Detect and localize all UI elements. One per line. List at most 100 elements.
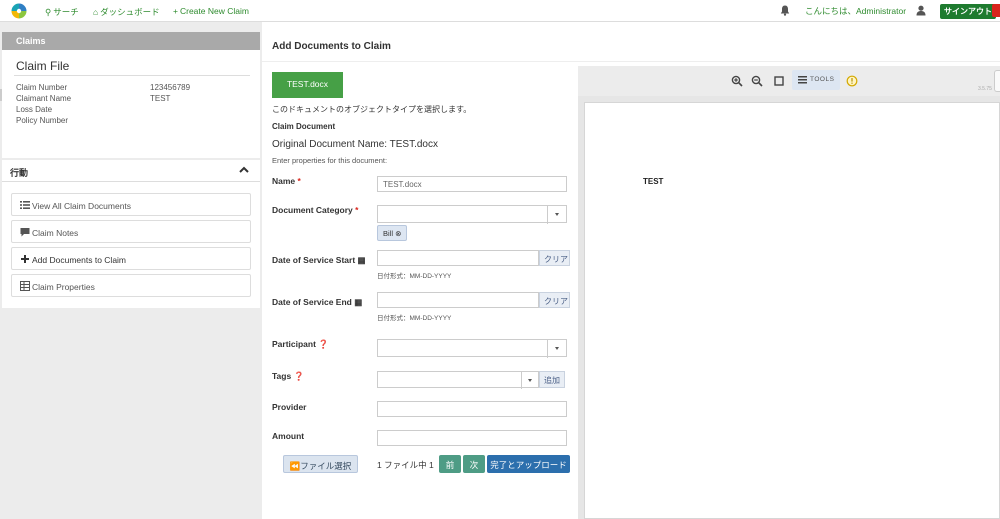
provider-label: Provider <box>272 402 307 412</box>
zoom-out-icon[interactable] <box>751 75 763 87</box>
nav-dashboard-link[interactable]: ⌂ ダッシュボード <box>93 6 160 18</box>
caret-down-icon <box>555 347 559 350</box>
dropdown-toggle[interactable] <box>547 206 566 224</box>
dos-end-input[interactable] <box>377 292 539 308</box>
divider <box>14 75 250 76</box>
enter-properties-text: Enter properties for this document: <box>272 156 388 165</box>
help-icon[interactable]: ❓ <box>294 371 305 381</box>
caret-down-icon <box>555 213 559 216</box>
list-icon <box>20 201 30 209</box>
amount-input[interactable] <box>377 430 567 446</box>
tags-label: Tags ❓ <box>272 371 305 381</box>
actions-title: 行動 <box>10 168 29 178</box>
action-claim-notes[interactable]: Claim Notes <box>11 220 251 243</box>
viewer-version: 3.5.75 <box>978 86 992 92</box>
document-form: TEST.docx このドキュメントのオブジェクトタイプを選択します。 Clai… <box>262 66 578 519</box>
dos-start-clear-button[interactable]: クリア <box>539 250 570 266</box>
claims-header: Claims <box>2 32 260 50</box>
name-input[interactable]: TEST.docx <box>377 176 567 192</box>
left-sidebar: Claims Claim File Claim Number 123456789… <box>0 22 262 519</box>
claim-number-value: 123456789 <box>150 83 191 92</box>
required-marker: * <box>297 176 301 186</box>
notification-badge[interactable] <box>992 4 1000 17</box>
finish-upload-button[interactable]: 完了とアップロード <box>487 455 570 473</box>
user-icon[interactable] <box>916 5 926 16</box>
action-label: Claim Notes <box>32 228 79 238</box>
viewer-toolbar: TOOLS 3.5.75 <box>578 66 1000 96</box>
nav-create-claim-link[interactable]: + Create New Claim <box>173 6 249 16</box>
viewer-side-handle[interactable] <box>994 70 1000 92</box>
action-label: View All Claim Documents <box>32 201 132 211</box>
tags-select[interactable] <box>377 371 539 389</box>
action-view-all-documents[interactable]: View All Claim Documents <box>11 193 251 216</box>
policy-number-label: Policy Number <box>16 116 69 125</box>
page-header: Add Documents to Claim <box>262 32 1000 62</box>
name-label: Name * <box>272 176 301 186</box>
date-format-hint: 日付形式：MM-DD-YYYY <box>377 315 452 322</box>
calendar-icon: ▦ <box>357 255 366 265</box>
chevron-up-icon[interactable] <box>238 164 250 176</box>
comment-icon <box>20 228 30 237</box>
category-chip[interactable]: Bill ⊗ <box>377 225 408 241</box>
document-page: TEST <box>584 102 1000 519</box>
participant-select[interactable] <box>377 339 567 358</box>
tools-button[interactable]: TOOLS <box>792 70 840 90</box>
caret-down-icon <box>528 379 532 382</box>
provider-input[interactable] <box>377 401 567 417</box>
search-icon: ⚲ <box>45 7 52 17</box>
action-label: Claim Properties <box>32 282 95 292</box>
object-type-label: Claim Document <box>272 122 336 131</box>
file-select-button[interactable]: ⏪ファイル選択 <box>283 455 358 473</box>
table-icon <box>20 281 30 291</box>
next-button[interactable]: 次 <box>463 455 485 473</box>
dos-end-label: Date of Service End ▦ <box>272 297 363 307</box>
original-document-name: Original Document Name: TEST.docx <box>272 139 438 150</box>
top-navbar: ⚲ サーチ ⌂ ダッシュボード + Create New Claim こんにちは、Ad… <box>0 0 1000 22</box>
file-tab[interactable]: TEST.docx <box>272 72 343 98</box>
action-claim-properties[interactable]: Claim Properties <box>11 274 251 297</box>
plus-icon <box>21 255 29 263</box>
dos-start-label: Date of Service Start ▦ <box>272 255 366 265</box>
document-viewer: TOOLS 3.5.75 TEST <box>578 66 1000 519</box>
claimant-name-label: Claimant Name <box>16 94 72 103</box>
tags-add-button[interactable]: 追加 <box>539 371 565 388</box>
actions-panel: 行動 View All Claim Documents Claim Notes … <box>2 160 260 308</box>
actions-header[interactable]: 行動 <box>2 160 260 182</box>
app-logo-icon[interactable] <box>11 3 27 19</box>
select-type-text: このドキュメントのオブジェクトタイプを選択します。 <box>272 105 472 114</box>
date-format-hint: 日付形式：MM-DD-YYYY <box>377 273 452 280</box>
home-icon: ⌂ <box>93 7 99 17</box>
claim-file-title: Claim File <box>16 59 70 73</box>
fit-page-icon[interactable] <box>773 75 785 87</box>
file-count: 1 ファイル中 1 <box>377 460 434 470</box>
remove-chip-icon[interactable]: ⊗ <box>395 229 401 238</box>
claim-file-panel: Claim File Claim Number 123456789 Claima… <box>2 50 260 158</box>
claimant-name-value: TEST <box>150 94 171 103</box>
action-label: Add Documents to Claim <box>32 255 127 265</box>
menu-icon <box>798 76 807 84</box>
dos-end-clear-button[interactable]: クリア <box>539 292 570 308</box>
dropdown-toggle[interactable] <box>547 340 566 358</box>
required-marker: * <box>355 205 359 215</box>
loss-date-label: Loss Date <box>16 105 53 114</box>
bell-icon[interactable] <box>780 5 790 16</box>
participant-label: Participant ❓ <box>272 339 329 349</box>
page-title: Add Documents to Claim <box>272 41 391 52</box>
plus-icon: + <box>173 6 178 16</box>
dos-start-input[interactable] <box>377 250 539 266</box>
dropdown-toggle[interactable] <box>521 372 538 389</box>
prev-button[interactable]: 前 <box>439 455 461 473</box>
zoom-in-icon[interactable] <box>731 75 743 87</box>
calendar-icon: ▦ <box>354 297 363 307</box>
signout-button[interactable]: サインアウト <box>940 4 996 19</box>
fast-backward-icon: ⏪ <box>289 461 301 471</box>
claim-number-label: Claim Number <box>16 83 68 92</box>
document-category-label: Document Category * <box>272 205 359 215</box>
info-icon[interactable] <box>846 75 858 87</box>
help-icon[interactable]: ❓ <box>318 339 329 349</box>
action-add-documents[interactable]: Add Documents to Claim <box>11 247 251 270</box>
document-page-text: TEST <box>643 177 664 186</box>
document-category-select[interactable] <box>377 205 567 224</box>
nav-search-link[interactable]: ⚲ サーチ <box>45 6 79 18</box>
amount-label: Amount <box>272 431 305 441</box>
